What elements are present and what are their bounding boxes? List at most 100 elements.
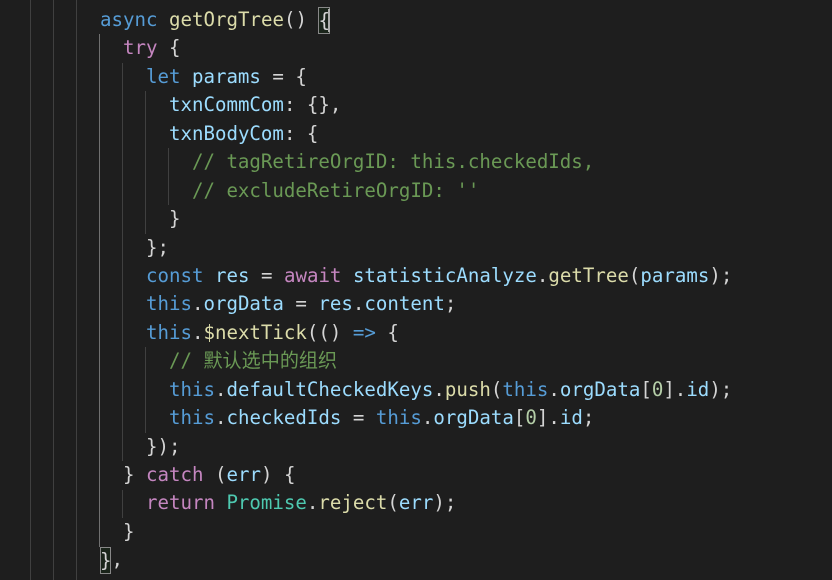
control-keyword-token: catch <box>145 463 215 486</box>
punctuation-token: [ <box>513 406 526 430</box>
punctuation-token: . <box>214 377 227 401</box>
punctuation-token: ; <box>582 406 595 430</box>
matched-bracket: } <box>100 547 112 575</box>
punctuation-token: , <box>111 548 123 572</box>
punctuation-token: ( <box>214 463 227 486</box>
keyword-token: this <box>168 377 215 401</box>
code-line-6[interactable]: // tagRetireOrgID: this.checkedIds, <box>100 148 732 176</box>
keyword-token: this <box>502 377 549 401</box>
punctuation-token: }; <box>145 235 169 259</box>
identifier-token: defaultCheckedKeys <box>226 377 434 401</box>
punctuation-token: ( <box>628 263 641 287</box>
punctuation-token: ; <box>444 292 457 316</box>
comment-token: // tagRetireOrgID: this.checkedIds, <box>191 150 595 174</box>
code-line-3[interactable]: let params = { <box>100 63 732 91</box>
punctuation-token: [ <box>640 377 652 401</box>
function-name-token: push <box>444 377 491 401</box>
punctuation-token: } <box>122 463 146 486</box>
identifier-token: content <box>364 292 445 316</box>
code-line-16[interactable]: }); <box>100 433 732 461</box>
punctuation-token: = <box>249 263 284 287</box>
punctuation-token: = <box>283 292 319 316</box>
identifier-token: id <box>686 377 710 401</box>
identifier-token: txnCommCom <box>168 93 284 117</box>
punctuation-token: } <box>122 519 135 543</box>
punctuation-token: . <box>421 406 434 430</box>
identifier-token: res <box>318 292 353 316</box>
function-name-token: reject <box>318 491 388 515</box>
code-line-1[interactable]: async getOrgTree() { <box>100 6 732 34</box>
number-token: 0 <box>525 406 537 430</box>
keyword-token: let <box>145 64 192 88</box>
punctuation-token: . <box>191 320 204 344</box>
code-lines[interactable]: async getOrgTree() { try { let params = … <box>100 6 732 575</box>
identifier-token: statisticAnalyze <box>352 263 537 287</box>
punctuation-token: . <box>191 292 204 316</box>
punctuation-token: . <box>352 292 365 316</box>
identifier-token: params <box>191 64 261 88</box>
code-line-11[interactable]: this.orgData = res.content; <box>100 290 732 318</box>
identifier-token: res <box>214 263 250 287</box>
identifier-token: checkedIds <box>226 406 342 430</box>
keyword-token: this <box>375 406 422 430</box>
keyword-token: this <box>145 320 192 344</box>
identifier-token: err <box>226 463 261 486</box>
punctuation-token: }); <box>145 434 181 458</box>
code-line-20[interactable]: }, <box>100 546 732 575</box>
identifier-token: orgData <box>433 406 514 430</box>
function-name-token: $nextTick <box>203 320 307 344</box>
punctuation-token: () <box>283 8 319 31</box>
code-line-17[interactable]: } catch (err) { <box>100 461 732 489</box>
identifier-token: orgData <box>203 292 284 316</box>
identifier-token: id <box>559 406 583 430</box>
keyword-token: async <box>100 8 169 31</box>
punctuation-token: ( <box>387 491 399 515</box>
identifier-token: err <box>398 491 434 515</box>
punctuation-token: ); <box>433 491 457 515</box>
punctuation-token: . <box>433 377 445 401</box>
number-token: 0 <box>651 377 664 401</box>
code-line-14[interactable]: this.defaultCheckedKeys.push(this.orgDat… <box>100 376 732 404</box>
identifier-token: orgData <box>559 377 641 401</box>
code-line-2[interactable]: try { <box>100 34 732 62</box>
code-line-12[interactable]: this.$nextTick(() => { <box>100 319 732 347</box>
code-line-13[interactable]: // 默认选中的组织 <box>100 347 732 375</box>
punctuation-token: . <box>214 406 227 430</box>
code-line-9[interactable]: }; <box>100 234 732 262</box>
indent-guide <box>30 0 31 580</box>
identifier-token: params <box>640 263 710 287</box>
keyword-token: this <box>145 292 192 316</box>
control-keyword-token: return <box>145 491 227 515</box>
punctuation-token: ); <box>709 377 733 401</box>
code-line-4[interactable]: txnCommCom: {}, <box>100 91 732 119</box>
indent-guide <box>76 0 77 580</box>
keyword-token: const <box>145 263 215 287</box>
code-line-10[interactable]: const res = await statisticAnalyze.getTr… <box>100 262 732 290</box>
arrow-token: => <box>352 320 376 344</box>
comment-token: // excludeRetireOrgID: '' <box>191 178 480 202</box>
punctuation-token: . <box>536 263 549 287</box>
punctuation-token: : {}, <box>283 93 342 117</box>
class-name-token: Promise <box>226 491 307 515</box>
indent-guide <box>53 0 54 580</box>
punctuation-token: . <box>306 491 319 515</box>
punctuation-token: { <box>168 36 181 60</box>
punctuation-token: (() <box>306 320 353 344</box>
punctuation-token: ]. <box>663 377 687 401</box>
code-line-19[interactable]: } <box>100 518 732 546</box>
punctuation-token: = { <box>260 64 307 88</box>
code-line-15[interactable]: this.checkedIds = this.orgData[0].id; <box>100 404 732 432</box>
punctuation-token: } <box>168 207 181 231</box>
punctuation-token: . <box>548 377 560 401</box>
punctuation-token: ]. <box>536 406 560 430</box>
code-line-18[interactable]: return Promise.reject(err); <box>100 489 732 517</box>
comment-token: // 默认选中的组织 <box>168 349 338 373</box>
control-keyword-token: await <box>283 263 353 287</box>
code-line-8[interactable]: } <box>100 205 732 233</box>
code-line-7[interactable]: // excludeRetireOrgID: '' <box>100 177 732 205</box>
code-line-5[interactable]: txnBodyCom: { <box>100 120 732 148</box>
code-editor[interactable]: async getOrgTree() { try { let params = … <box>0 0 832 580</box>
function-name-token: getTree <box>548 263 629 287</box>
text-cursor <box>327 9 330 32</box>
punctuation-token: ( <box>490 377 503 401</box>
